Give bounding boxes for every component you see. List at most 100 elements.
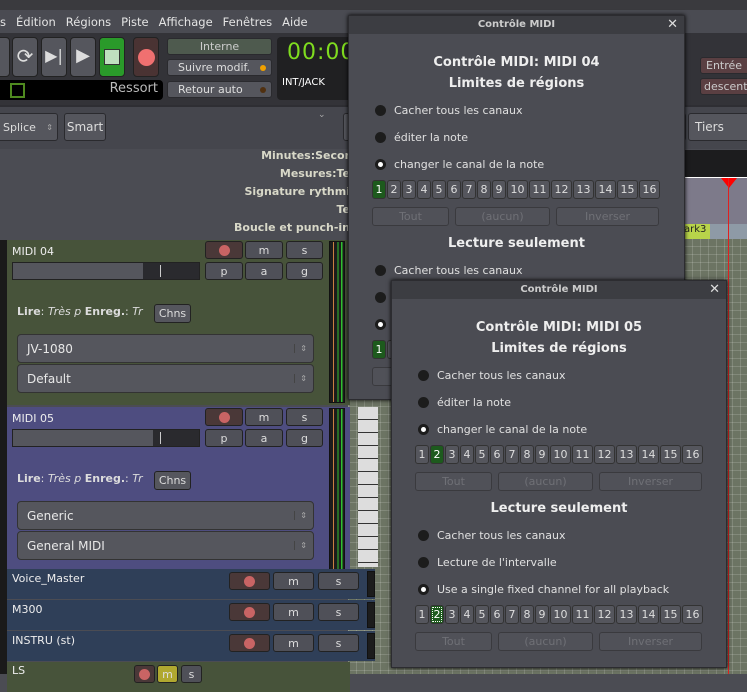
radio-option[interactable]: Cacher tous les canaux	[392, 362, 726, 389]
edit-mode-select[interactable]: Splice ⇕	[0, 113, 58, 141]
menu-item[interactable]: Affichage	[159, 15, 213, 29]
solo-button[interactable]: s	[318, 603, 359, 621]
group-button[interactable]: g	[286, 262, 323, 280]
auto-return-button[interactable]: Retour auto	[167, 81, 272, 98]
playhead-line[interactable]	[728, 178, 729, 674]
radio-option[interactable]: éditer la note	[392, 389, 726, 416]
channel-button[interactable]: 3	[445, 605, 459, 624]
record-arm-button[interactable]	[134, 665, 155, 683]
menu-item[interactable]: Piste	[121, 15, 148, 29]
channel-button[interactable]: 6	[490, 605, 504, 624]
channel-button[interactable]: 11	[572, 605, 593, 624]
solo-button[interactable]: s	[318, 634, 359, 652]
channel-button[interactable]: 10	[550, 445, 571, 464]
channel-button[interactable]: 15	[660, 605, 681, 624]
channel-button[interactable]: 11	[572, 445, 593, 464]
channels-button[interactable]: Chns	[154, 471, 191, 490]
channel-button[interactable]: 1	[372, 340, 386, 359]
solo-button[interactable]: s	[181, 665, 202, 683]
input-button[interactable]: Entrée	[700, 57, 747, 74]
close-icon[interactable]: ✕	[709, 281, 720, 299]
track-name[interactable]: LS	[12, 664, 25, 677]
select-all-button[interactable]: Tout	[415, 632, 492, 651]
invert-selection-button[interactable]: Inverser	[599, 472, 702, 491]
mute-button[interactable]: m	[273, 634, 314, 652]
channel-button[interactable]: 16	[682, 605, 703, 624]
group-button[interactable]: g	[286, 429, 323, 447]
radio-button[interactable]	[375, 132, 386, 143]
primary-clock[interactable]: 00:00 INT/JACK	[277, 37, 354, 100]
channel-button[interactable]: 7	[462, 180, 476, 199]
track-name[interactable]: M300	[12, 603, 43, 616]
select-none-button[interactable]: (aucun)	[498, 632, 593, 651]
channel-button[interactable]: 4	[460, 605, 474, 624]
radio-button[interactable]	[418, 557, 429, 568]
track-name[interactable]: MIDI 04	[12, 245, 54, 258]
radio-button[interactable]	[375, 265, 386, 276]
gain-fader[interactable]	[12, 429, 200, 447]
follow-edits-button[interactable]: Suivre modif.	[167, 59, 272, 76]
automation-button[interactable]: a	[245, 262, 283, 280]
channel-button[interactable]: 3	[445, 445, 459, 464]
radio-option[interactable]: changer le canal de la note	[392, 416, 726, 443]
track-name[interactable]: INSTRU (st)	[12, 634, 75, 647]
channel-button[interactable]: 3	[402, 180, 416, 199]
solo-button[interactable]: s	[318, 572, 359, 590]
transport-start-button[interactable]	[0, 37, 10, 77]
channels-button[interactable]: Chns	[154, 304, 191, 323]
shuttle-checkbox[interactable]	[10, 83, 25, 98]
mute-button[interactable]: m	[273, 603, 314, 621]
channel-button[interactable]: 1	[415, 605, 429, 624]
channel-button[interactable]: 11	[529, 180, 550, 199]
channel-button[interactable]: 2	[430, 605, 444, 624]
channel-button[interactable]: 13	[573, 180, 594, 199]
menu-item[interactable]: Fenêtres	[223, 15, 272, 29]
mute-button[interactable]: m	[245, 241, 283, 259]
radio-option[interactable]: Cacher tous les canaux	[392, 522, 726, 549]
record-button[interactable]	[133, 37, 159, 77]
channel-button[interactable]: 4	[417, 180, 431, 199]
channel-button[interactable]: 12	[594, 605, 615, 624]
radio-button[interactable]	[375, 319, 386, 330]
channel-button[interactable]: 9	[535, 445, 549, 464]
radio-option[interactable]: Cacher tous les canaux	[349, 97, 684, 124]
marker[interactable]: ark3	[683, 224, 710, 239]
automation-button[interactable]: a	[245, 429, 283, 447]
radio-button[interactable]	[418, 370, 429, 381]
gain-fader[interactable]	[12, 262, 200, 280]
piano-roll-keys[interactable]	[358, 407, 378, 567]
channel-button[interactable]: 6	[447, 180, 461, 199]
midi-device-select[interactable]: JV-1080 ⇕	[17, 334, 314, 363]
solo-button[interactable]: s	[286, 408, 323, 426]
play-icon[interactable]: ▶	[70, 37, 96, 77]
channel-button[interactable]: 15	[617, 180, 638, 199]
channel-button[interactable]: 2	[430, 445, 444, 464]
channel-button[interactable]: 8	[520, 445, 534, 464]
radio-option[interactable]: changer le canal de la note	[349, 151, 684, 178]
channel-button[interactable]: 5	[475, 605, 489, 624]
channel-button[interactable]: 9	[535, 605, 549, 624]
channel-button[interactable]: 7	[505, 445, 519, 464]
channel-button[interactable]: 7	[505, 605, 519, 624]
channel-button[interactable]: 8	[477, 180, 491, 199]
channel-button[interactable]: 13	[616, 445, 637, 464]
channel-button[interactable]: 14	[595, 180, 616, 199]
range-ruler[interactable]	[683, 178, 747, 224]
record-arm-button[interactable]	[205, 241, 243, 259]
invert-selection-button[interactable]: Inverser	[556, 207, 659, 226]
channel-button[interactable]: 12	[551, 180, 572, 199]
downmix-button[interactable]: descent	[700, 78, 747, 95]
select-all-button[interactable]: Tout	[415, 472, 492, 491]
radio-button[interactable]	[375, 105, 386, 116]
midi-mode-select[interactable]: General MIDI ⇕	[17, 531, 314, 560]
radio-option[interactable]: Use a single fixed channel for all playb…	[392, 576, 726, 603]
menu-item[interactable]: s	[0, 15, 6, 29]
channel-button[interactable]: 16	[682, 445, 703, 464]
channel-button[interactable]: 1	[415, 445, 429, 464]
grid-type-select[interactable]: Tiers	[688, 113, 747, 141]
radio-option[interactable]: éditer la note	[349, 124, 684, 151]
mute-button[interactable]: m	[273, 572, 314, 590]
record-arm-button[interactable]	[205, 408, 243, 426]
channel-button[interactable]: 13	[616, 605, 637, 624]
smart-mode-button[interactable]: Smart	[64, 113, 106, 141]
